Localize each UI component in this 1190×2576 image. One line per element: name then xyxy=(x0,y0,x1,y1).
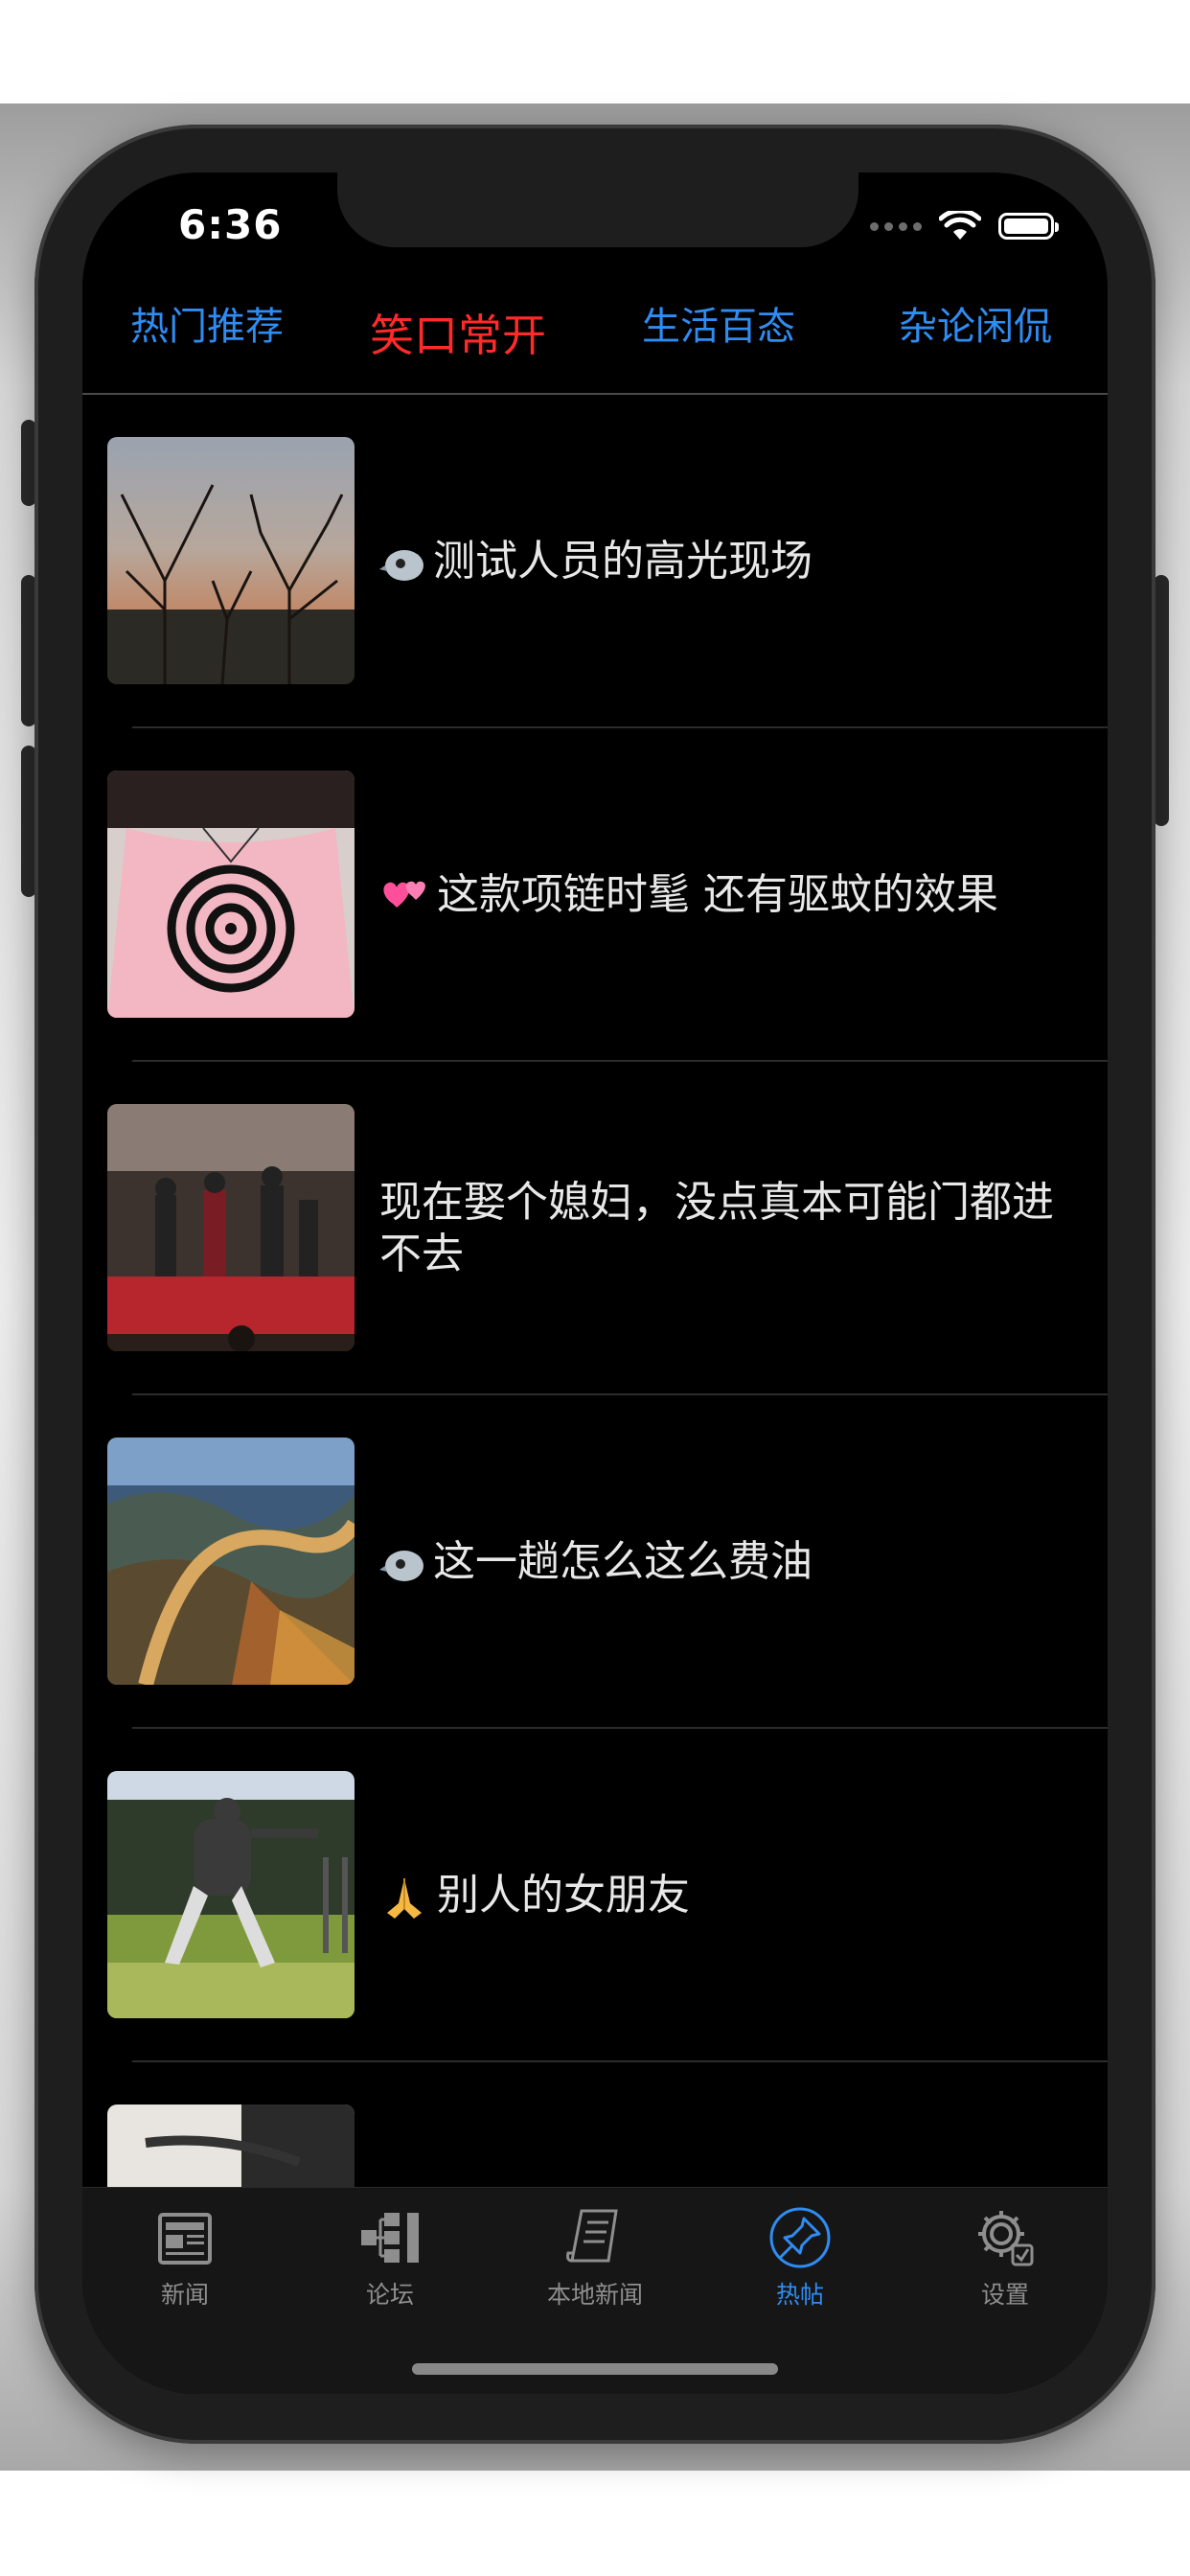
home-indicator[interactable] xyxy=(412,2363,778,2375)
list-item[interactable]: 这一趟怎么这么费油 xyxy=(82,1395,1108,1729)
post-title: 现在娶个媳妇，没点真本可能门都进不去 xyxy=(379,1178,1054,1278)
category-tabs: 热门推荐 笑口常开 生活百态 杂论闲侃 xyxy=(82,278,1108,395)
post-list[interactable]: 测试人员的高光现场 这款项链时髦 还有驱蚊的效果 现在娶个媳妇，没点真本可能门都… xyxy=(82,395,1108,2187)
post-title: 别人的女朋友 xyxy=(379,1870,1069,1921)
tabbar-item-news[interactable]: 新闻 xyxy=(82,2203,287,2328)
scroll-document-icon xyxy=(566,2209,618,2263)
screenshot-stage: 6:36 热门推荐 笑口常开 生活百态 杂论闲侃 测试人员的高光现场 这款项链时… xyxy=(0,0,1190,2576)
post-title: 这款项链时髦 还有驱蚊的效果 xyxy=(379,869,1069,921)
tabbar-label: 设置 xyxy=(980,2281,1029,2309)
tabbar-label: 新闻 xyxy=(160,2281,209,2309)
tab-laugh[interactable]: 笑口常开 xyxy=(370,301,546,364)
tabbar-item-hot-posts[interactable]: 热帖 xyxy=(698,2203,903,2328)
praying-hands-emoji-icon xyxy=(387,1878,422,1919)
battery-icon xyxy=(998,213,1059,240)
power-button xyxy=(1154,575,1169,826)
post-thumbnail xyxy=(107,1438,355,1685)
status-time: 6:36 xyxy=(178,201,283,248)
newspaper-icon xyxy=(158,2213,212,2265)
post-thumbnail xyxy=(107,770,355,1018)
post-thumbnail xyxy=(107,1104,355,1351)
tab-life[interactable]: 生活百态 xyxy=(642,295,795,351)
post-title-text: 别人的女朋友 xyxy=(437,1871,690,1920)
list-item[interactable] xyxy=(82,2062,1108,2187)
post-thumbnail xyxy=(107,2104,355,2187)
list-item[interactable]: 这款项链时髦 还有驱蚊的效果 xyxy=(82,728,1108,1062)
post-title-text: 这一趟怎么这么费油 xyxy=(433,1537,812,1586)
tabbar-item-settings[interactable]: 设置 xyxy=(903,2203,1108,2328)
signal-icon xyxy=(870,221,922,231)
two-hearts-emoji-icon xyxy=(383,881,425,908)
tab-hot-recommend[interactable]: 热门推荐 xyxy=(130,295,284,351)
list-item[interactable]: 现在娶个媳妇，没点真本可能门都进不去 xyxy=(82,1062,1108,1395)
post-title: 这一趟怎么这么费油 xyxy=(379,1536,1069,1588)
network-tree-icon xyxy=(361,2213,419,2263)
tabbar-label: 热帖 xyxy=(775,2281,824,2309)
post-title: 测试人员的高光现场 xyxy=(379,536,1069,587)
pin-icon xyxy=(769,2207,831,2268)
tabbar-item-forum[interactable]: 论坛 xyxy=(287,2203,492,2328)
list-item[interactable]: 测试人员的高光现场 xyxy=(82,395,1108,728)
status-icons xyxy=(870,211,1059,242)
gear-icon xyxy=(978,2211,1034,2266)
tab-chat[interactable]: 杂论闲侃 xyxy=(899,295,1052,351)
phone-screen: 6:36 热门推荐 笑口常开 生活百态 杂论闲侃 测试人员的高光现场 这款项链时… xyxy=(82,172,1108,2394)
tabbar-label: 论坛 xyxy=(365,2281,414,2309)
bird-emoji-icon xyxy=(379,550,423,581)
tabbar-label: 本地新闻 xyxy=(546,2281,643,2309)
list-item[interactable]: 别人的女朋友 xyxy=(82,1729,1108,2062)
notch xyxy=(337,172,858,247)
post-title-text: 测试人员的高光现场 xyxy=(433,537,812,586)
post-thumbnail xyxy=(107,437,355,684)
post-title-text: 这款项链时髦 还有驱蚊的效果 xyxy=(437,870,998,919)
post-thumbnail xyxy=(107,1771,355,2018)
bird-emoji-icon xyxy=(379,1551,423,1581)
tabbar-item-local-news[interactable]: 本地新闻 xyxy=(492,2203,698,2328)
wifi-icon xyxy=(939,211,981,240)
